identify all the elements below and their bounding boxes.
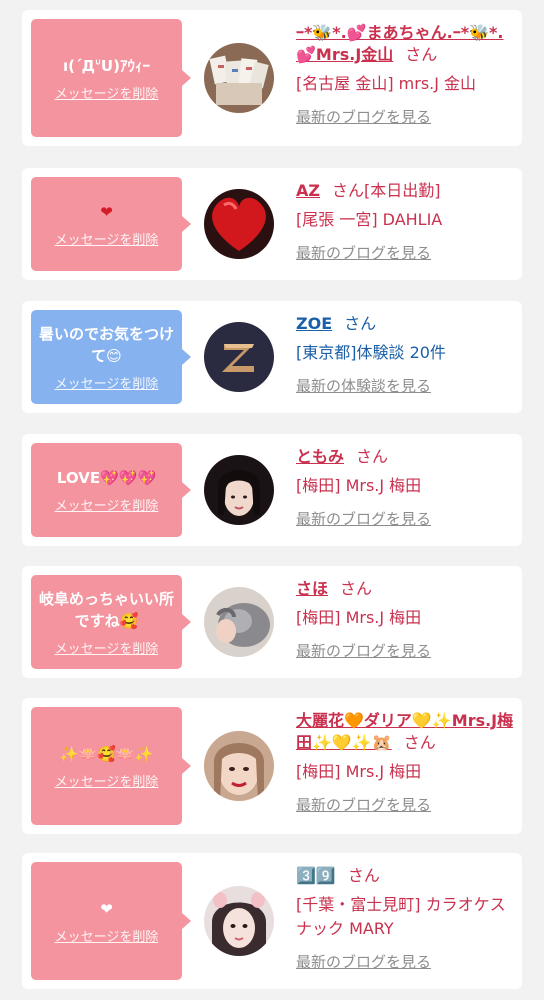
- message-bubble: LOVE💖💖💖 メッセージを削除: [31, 443, 191, 537]
- message-bubble: 暑いのでお気をつけて😊 メッセージを削除: [31, 310, 191, 404]
- message-card: ✨🪷🥰🪷✨ メッセージを削除 大麗花🧡ダリア💛✨Mrs.J梅田✨💛✨🐹 さん [梅…: [22, 698, 522, 834]
- user-name-link[interactable]: さほ: [296, 579, 328, 598]
- latest-blog-link[interactable]: 最新のブログを見る: [296, 794, 431, 815]
- location-shop-text: [名古屋 金山] mrs.J 金山: [296, 74, 477, 93]
- message-card: ❤ メッセージを削除 AZ さん[本日出勤] [尾張 一宮] DAHLIA 最新の…: [22, 168, 522, 280]
- message-card: 暑いのでお気をつけて😊 メッセージを削除 ZOE さん [東京都]体験談 20件 …: [22, 301, 522, 413]
- honorific-label: さん: [403, 733, 436, 752]
- honorific-label: さん: [405, 45, 438, 64]
- user-name-link[interactable]: ともみ: [296, 447, 344, 466]
- honorific-label: さん: [356, 447, 389, 466]
- delete-message-link[interactable]: メッセージを削除: [55, 638, 159, 657]
- message-text: ✨🪷🥰🪷✨: [59, 744, 154, 763]
- delete-message-link[interactable]: メッセージを削除: [55, 926, 159, 945]
- message-text: 暑いのでお気をつけて😊: [38, 324, 174, 365]
- message-text: LOVE💖💖💖: [56, 468, 157, 487]
- latest-blog-link[interactable]: 最新のブログを見る: [296, 640, 431, 661]
- delete-message-link[interactable]: メッセージを削除: [55, 495, 159, 514]
- message-bubble: ❤ メッセージを削除: [31, 177, 191, 271]
- latest-blog-link[interactable]: 最新のブログを見る: [296, 242, 431, 263]
- working-today-badge: [本日出勤]: [364, 181, 441, 200]
- latest-blog-link[interactable]: 最新のブログを見る: [296, 951, 431, 972]
- message-bubble: 岐阜めっちゃいい所ですね🥰 メッセージを削除: [31, 575, 191, 669]
- honorific-label: さん: [340, 579, 373, 598]
- avatar[interactable]: [204, 886, 274, 956]
- message-text: ❤: [100, 202, 113, 221]
- location-shop-text: [尾張 一宮] DAHLIA: [296, 210, 443, 229]
- avatar[interactable]: [204, 587, 274, 657]
- delete-message-link[interactable]: メッセージを削除: [55, 771, 159, 790]
- user-name-link[interactable]: 3️⃣9️⃣: [296, 866, 336, 885]
- message-card: 岐阜めっちゃいい所ですね🥰 メッセージを削除 さほ さん [梅田] Mrs.J 梅…: [22, 566, 522, 678]
- message-text: ı(΄ДᐡU)ｱｳｨｰ: [63, 56, 150, 75]
- message-card: ❤ メッセージを削除 3️⃣9️⃣ さん [千葉・富士見町] カラオケスナック M…: [22, 853, 522, 989]
- message-bubble: ✨🪷🥰🪷✨ メッセージを削除: [31, 707, 191, 825]
- user-name-link[interactable]: ZOE: [296, 314, 332, 333]
- delete-message-link[interactable]: メッセージを削除: [55, 373, 159, 392]
- location-reviews-text: [東京都]体験談 20件: [296, 343, 446, 362]
- avatar[interactable]: [204, 731, 274, 801]
- message-bubble: ❤ メッセージを削除: [31, 862, 191, 980]
- message-card: LOVE💖💖💖 メッセージを削除 ともみ さん [梅田] Mrs.J 梅田 最新の…: [22, 434, 522, 546]
- delete-message-link[interactable]: メッセージを削除: [55, 229, 159, 248]
- message-list: ı(΄ДᐡU)ｱｳｨｰ メッセージを削除 ｰ*🐝*.💕まあちゃん.ｰ*🐝*.💕M…: [0, 0, 544, 1000]
- message-text: ❤: [100, 899, 113, 918]
- user-name-link[interactable]: ｰ*🐝*.💕まあちゃん.ｰ*🐝*.💕Mrs.J金山: [296, 23, 503, 64]
- honorific-label: さん: [344, 314, 377, 333]
- latest-blog-link[interactable]: 最新のブログを見る: [296, 106, 431, 127]
- honorific-label: さん: [331, 181, 364, 200]
- avatar[interactable]: [204, 43, 274, 113]
- message-card: ı(΄ДᐡU)ｱｳｨｰ メッセージを削除 ｰ*🐝*.💕まあちゃん.ｰ*🐝*.💕M…: [22, 10, 522, 146]
- avatar[interactable]: [204, 455, 274, 525]
- latest-reviews-link[interactable]: 最新の体験談を見る: [296, 375, 431, 396]
- location-shop-text: [千葉・富士見町] カラオケスナック MARY: [296, 895, 506, 938]
- avatar[interactable]: [204, 322, 274, 392]
- message-text: 岐阜めっちゃいい所ですね🥰: [38, 589, 174, 630]
- honorific-label: さん: [347, 866, 380, 885]
- latest-blog-link[interactable]: 最新のブログを見る: [296, 508, 431, 529]
- location-shop-text: [梅田] Mrs.J 梅田: [296, 762, 422, 781]
- location-shop-text: [梅田] Mrs.J 梅田: [296, 608, 422, 627]
- avatar[interactable]: [204, 189, 274, 259]
- message-bubble: ı(΄ДᐡU)ｱｳｨｰ メッセージを削除: [31, 19, 191, 137]
- location-shop-text: [梅田] Mrs.J 梅田: [296, 476, 422, 495]
- user-name-link[interactable]: AZ: [296, 181, 320, 200]
- delete-message-link[interactable]: メッセージを削除: [55, 83, 159, 102]
